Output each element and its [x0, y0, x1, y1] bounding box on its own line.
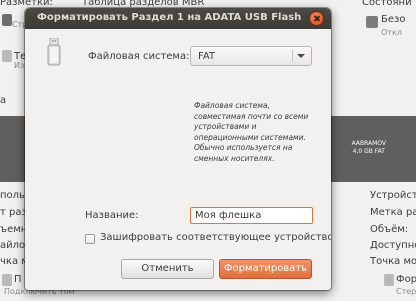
- format-dialog: Форматировать Раздел 1 на ADATA USB Flas…: [25, 8, 331, 290]
- encrypt-label[interactable]: Зашифровать соответствующее устройство: [100, 232, 331, 243]
- dialog-titlebar[interactable]: Форматировать Раздел 1 на ADATA USB Flas…: [25, 8, 331, 29]
- bg-header-partition-table: Таблица разделов MBR: [82, 0, 205, 8]
- bg-label-4: а: [0, 95, 7, 106]
- encrypt-checkbox[interactable]: [85, 234, 95, 244]
- filesystem-value: FAT: [198, 51, 216, 62]
- partition-label: AABRAMOV 4,0 GB FAT: [351, 140, 386, 155]
- mount-icon[interactable]: [2, 274, 12, 286]
- filesystem-description: Файловая система, совместимая почти со в…: [194, 101, 309, 163]
- format-icon[interactable]: [384, 274, 394, 286]
- volume-icon: [2, 50, 12, 62]
- bg-right-9: Стер: [396, 287, 416, 296]
- bg-right-8: Фор: [396, 274, 416, 285]
- name-input[interactable]: [190, 207, 313, 224]
- cancel-button[interactable]: Отменить: [121, 259, 214, 279]
- bg-right-4: Метка раз: [370, 207, 416, 218]
- bg-label-10: П: [14, 274, 22, 285]
- dialog-title: Форматировать Раздел 1 на ADATA USB Flas…: [37, 12, 301, 23]
- chevron-down-icon: [297, 54, 305, 58]
- bg-header-status: Состояни: [362, 0, 412, 8]
- filesystem-label: Файловая система:: [88, 51, 190, 62]
- bg-right-5: Объём:: [370, 224, 409, 235]
- bg-right-6: Доступно: [370, 240, 416, 251]
- filesystem-combo[interactable]: FAT: [190, 46, 312, 66]
- bg-label-3: Из: [14, 61, 25, 70]
- bg-label-partitioning: Разметки:: [0, 0, 53, 8]
- close-icon[interactable]: [310, 12, 323, 25]
- name-label: Название:: [85, 210, 139, 221]
- bg-right-1: Безо: [381, 14, 406, 25]
- format-button[interactable]: Форматировать: [219, 259, 312, 279]
- combo-divider: [292, 50, 293, 62]
- bg-right-2: Откл: [381, 28, 402, 37]
- volume-icon: [2, 14, 12, 26]
- bg-right-7: Точка мон: [370, 256, 416, 267]
- drive-icon: [366, 16, 378, 28]
- bg-right-3: Устройст: [370, 190, 416, 201]
- usb-drive-icon: [47, 38, 61, 66]
